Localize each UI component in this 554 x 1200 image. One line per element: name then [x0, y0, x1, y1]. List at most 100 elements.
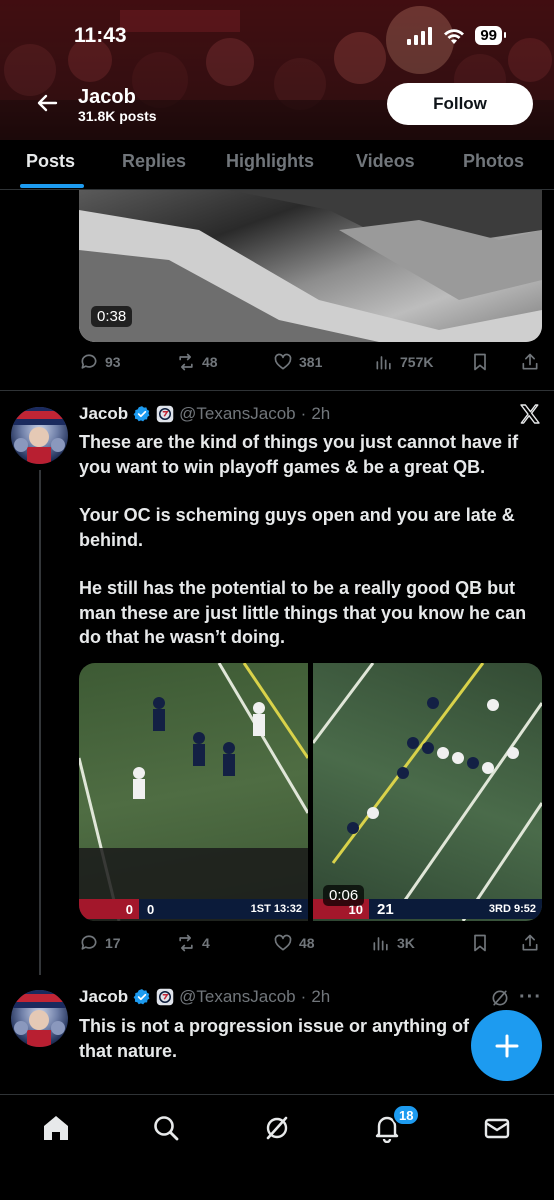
- bottom-navigation: [0, 1094, 554, 1200]
- share-icon: [522, 353, 538, 370]
- tab-photos[interactable]: Photos: [463, 151, 524, 172]
- share-icon: [522, 934, 538, 951]
- game-clock: 3RD 9:52: [488, 903, 536, 915]
- scorebar-left: 0 0 1ST 13:32: [79, 899, 308, 919]
- post-text: These are the kind of things you just ca…: [79, 430, 541, 650]
- views-button[interactable]: 757K: [374, 352, 433, 372]
- tab-videos[interactable]: Videos: [356, 151, 415, 172]
- video-duration: 0:38: [91, 306, 133, 327]
- bookmark-button[interactable]: [470, 352, 490, 372]
- avatar-image: [11, 990, 68, 1047]
- post-text-paragraph: These are the kind of things you just ca…: [79, 432, 519, 477]
- post-text-paragraph: He still has the potential to be a reall…: [79, 578, 527, 647]
- like-icon: [274, 353, 292, 370]
- signal-icon: [407, 26, 433, 45]
- post-text-line: that nature.: [79, 1040, 178, 1061]
- views-count: 3K: [397, 935, 415, 951]
- previous-post-video[interactable]: 0:38: [79, 190, 542, 342]
- reply-count: 93: [105, 354, 121, 370]
- header-posts-count: 31.8K posts: [78, 108, 157, 124]
- away-score: 21: [377, 900, 394, 918]
- tab-posts[interactable]: Posts: [26, 151, 75, 172]
- more-options-button[interactable]: ···: [519, 986, 542, 1009]
- repost-count: 48: [202, 354, 218, 370]
- post-media-grid[interactable]: 0 0 1ST 13:32 10 21 3RD 9:52 0:06: [79, 663, 542, 921]
- bookmark-icon: [474, 934, 486, 952]
- like-button[interactable]: 381: [273, 352, 322, 372]
- mail-icon[interactable]: [482, 1113, 512, 1143]
- video-duration: 0:06: [323, 885, 365, 906]
- post-divider: [0, 390, 554, 391]
- views-icon: [373, 937, 388, 951]
- bookmark-button[interactable]: [470, 933, 490, 953]
- search-icon[interactable]: [151, 1113, 181, 1143]
- repost-icon: [179, 353, 193, 371]
- football-field-image: [79, 663, 308, 921]
- views-count: 757K: [400, 354, 434, 370]
- post-time[interactable]: 2h: [311, 987, 330, 1007]
- football-field-image: [313, 663, 542, 921]
- status-icons: 99: [407, 26, 506, 45]
- post-text: This is not a progression issue or anyth…: [79, 1014, 479, 1063]
- reply-icon: [81, 354, 97, 369]
- compose-button[interactable]: [471, 1010, 542, 1081]
- author-name[interactable]: Jacob: [79, 404, 128, 424]
- reply-icon: [81, 935, 97, 950]
- media-video-right[interactable]: 10 21 3RD 9:52 0:06: [313, 663, 542, 921]
- verified-icon: [133, 989, 150, 1005]
- profile-header: 11:43 99 Jacob 31.8K posts Follow: [0, 0, 554, 140]
- video-frame-mountains: [79, 190, 542, 342]
- share-button[interactable]: [520, 352, 540, 372]
- affiliate-badge-icon: [156, 988, 174, 1006]
- away-score: 0: [147, 901, 155, 917]
- repost-count: 4: [202, 935, 210, 951]
- previous-post-actions: 93 48 381 757K: [79, 352, 542, 376]
- author-handle[interactable]: @TexansJacob: [179, 404, 296, 424]
- header-profile-name: Jacob: [78, 86, 136, 108]
- like-button[interactable]: 48: [273, 933, 315, 953]
- repost-button[interactable]: 48: [176, 352, 218, 372]
- home-score: 0: [79, 899, 139, 919]
- status-time: 11:43: [74, 24, 127, 47]
- author-handle[interactable]: @TexansJacob: [179, 987, 296, 1007]
- reply-count: 17: [105, 935, 121, 951]
- status-bar: 11:43 99: [0, 0, 554, 70]
- home-icon[interactable]: [41, 1113, 71, 1143]
- views-button[interactable]: 3K: [371, 933, 415, 953]
- meta-separator: ·: [300, 404, 307, 423]
- like-count: 48: [299, 935, 315, 951]
- tab-highlights[interactable]: Highlights: [226, 151, 314, 172]
- views-icon: [376, 356, 391, 370]
- battery-icon: 99: [475, 26, 506, 45]
- reply-button[interactable]: 17: [79, 933, 121, 953]
- reply-button[interactable]: 93: [79, 352, 121, 372]
- game-clock: 1ST 13:32: [250, 903, 302, 915]
- post-text-line: This is not a progression issue or anyth…: [79, 1016, 470, 1036]
- post-header: Jacob @TexansJacob · 2h: [79, 404, 330, 424]
- grok-icon[interactable]: [490, 988, 510, 1008]
- active-tab-indicator: [20, 184, 84, 188]
- tab-replies[interactable]: Replies: [122, 151, 186, 172]
- grok-icon[interactable]: [262, 1113, 292, 1143]
- follow-button[interactable]: Follow: [387, 83, 533, 125]
- avatar[interactable]: [11, 407, 68, 464]
- post-time[interactable]: 2h: [311, 404, 330, 424]
- avatar[interactable]: [11, 990, 68, 1047]
- post-text-paragraph: Your OC is scheming guys open and you ar…: [79, 505, 515, 550]
- like-icon: [274, 934, 292, 951]
- author-name[interactable]: Jacob: [79, 987, 128, 1007]
- verified-icon: [133, 406, 150, 422]
- compose-plus-icon: [495, 1034, 518, 1057]
- back-arrow-icon[interactable]: [36, 92, 58, 114]
- x-logo-icon: [520, 404, 540, 424]
- bookmark-icon: [474, 353, 486, 371]
- like-count: 381: [299, 354, 323, 370]
- post-actions: 17 4 48 3K: [79, 933, 542, 957]
- profile-tabs: Posts Replies Highlights Videos Photos: [0, 140, 554, 190]
- repost-button[interactable]: 4: [176, 933, 210, 953]
- feed-fade: [0, 1070, 554, 1094]
- share-button[interactable]: [520, 933, 540, 953]
- media-image-left[interactable]: 0 0 1ST 13:32: [79, 663, 308, 921]
- meta-separator: ·: [300, 987, 307, 1006]
- wifi-icon: [444, 28, 465, 44]
